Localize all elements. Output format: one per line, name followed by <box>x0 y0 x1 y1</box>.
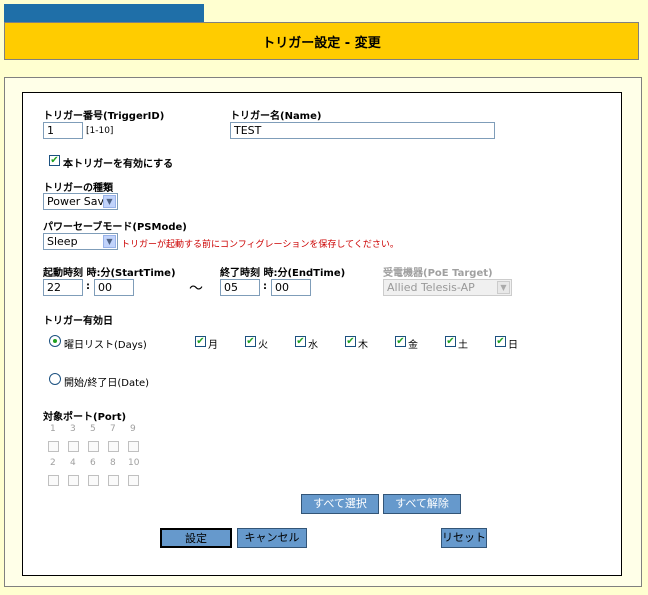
start-minute-input[interactable]: 00 <box>94 279 134 296</box>
end-hour-input[interactable]: 05 <box>220 279 260 296</box>
day-label-fri: 金 <box>408 340 418 351</box>
trigger-type-label: トリガーの種類 <box>43 183 113 194</box>
trigger-id-range: [1-10] <box>86 126 114 136</box>
trigger-id-input[interactable]: 1 <box>43 122 83 139</box>
days-radio-label: 曜日リスト(Days) <box>64 340 147 351</box>
top-tab-bar <box>4 4 204 22</box>
trigger-name-label: トリガー名(Name) <box>230 111 322 122</box>
port-number: 4 <box>70 458 76 468</box>
port-number: 9 <box>130 424 136 434</box>
trigger-type-select[interactable]: Power Save ▼ <box>43 193 118 210</box>
cancel-button[interactable]: キャンセル <box>237 528 307 548</box>
day-checkbox-thu[interactable]: ✔ <box>345 336 356 347</box>
chevron-down-icon: ▼ <box>103 235 116 248</box>
day-checkbox-mon[interactable]: ✔ <box>195 336 206 347</box>
day-label-sat: 土 <box>458 340 468 351</box>
day-checkbox-sun[interactable]: ✔ <box>495 336 506 347</box>
day-checkbox-tue[interactable]: ✔ <box>245 336 256 347</box>
enable-trigger-label: 本トリガーを有効にする <box>63 159 174 170</box>
enable-trigger-checkbox[interactable]: ✔ <box>49 155 60 166</box>
port-number: 1 <box>50 424 56 434</box>
port-number: 10 <box>128 458 140 468</box>
day-label-sun: 日 <box>508 340 518 351</box>
chevron-down-icon: ▼ <box>103 195 116 208</box>
day-checkbox-sat[interactable]: ✔ <box>445 336 456 347</box>
trigger-form-panel: トリガー番号(TriggerID) 1 [1-10] トリガー名(Name) T… <box>22 92 622 576</box>
port-checkbox-3[interactable] <box>68 441 79 452</box>
end-time-label: 終了時刻 時:分(EndTime) <box>220 268 346 279</box>
port-checkbox-5[interactable] <box>88 441 99 452</box>
port-section-label: 対象ポート(Port) <box>43 412 127 423</box>
port-checkbox-1[interactable] <box>48 441 59 452</box>
ps-mode-select[interactable]: Sleep ▼ <box>43 233 118 250</box>
page-title: トリガー設定 - 変更 <box>262 35 381 51</box>
end-time-separator: : <box>263 281 267 292</box>
port-checkbox-6[interactable] <box>88 475 99 486</box>
port-checkbox-7[interactable] <box>108 441 119 452</box>
day-checkbox-fri[interactable]: ✔ <box>395 336 406 347</box>
trigger-id-label: トリガー番号(TriggerID) <box>43 111 165 122</box>
port-number: 5 <box>90 424 96 434</box>
port-number: 7 <box>110 424 116 434</box>
date-radio[interactable] <box>49 373 61 385</box>
ps-mode-note: トリガーが起動する前にコンフィグレーションを保存してください。 <box>121 240 399 250</box>
days-section-label: トリガー有効日 <box>43 316 113 327</box>
ps-mode-value: Sleep <box>47 235 78 248</box>
start-hour-input[interactable]: 22 <box>43 279 83 296</box>
end-minute-input[interactable]: 00 <box>271 279 311 296</box>
chevron-down-icon: ▼ <box>497 281 510 294</box>
start-time-label: 起動時刻 時:分(StartTime) <box>43 268 176 279</box>
date-radio-label: 開始/終了日(Date) <box>64 378 150 389</box>
days-radio[interactable] <box>49 335 61 347</box>
reset-button[interactable]: リセット <box>441 528 487 548</box>
poe-target-value: Allied Telesis-AP <box>387 281 475 294</box>
port-checkbox-2[interactable] <box>48 475 59 486</box>
select-all-button[interactable]: すべて選択 <box>301 494 379 514</box>
port-number: 8 <box>110 458 116 468</box>
trigger-name-input[interactable]: TEST <box>230 122 495 139</box>
port-number: 2 <box>50 458 56 468</box>
day-checkbox-wed[interactable]: ✔ <box>295 336 306 347</box>
ps-mode-label: パワーセーブモード(PSMode) <box>43 222 187 233</box>
submit-button[interactable]: 設定 <box>160 528 232 548</box>
time-range-tilde: 〜 <box>189 281 203 297</box>
clear-all-button[interactable]: すべて解除 <box>383 494 461 514</box>
port-checkbox-9[interactable] <box>128 441 139 452</box>
day-label-wed: 水 <box>308 340 318 351</box>
start-time-separator: : <box>86 281 90 292</box>
day-label-thu: 木 <box>358 340 368 351</box>
port-checkbox-4[interactable] <box>68 475 79 486</box>
day-label-mon: 月 <box>208 340 218 351</box>
port-number: 6 <box>90 458 96 468</box>
poe-target-select[interactable]: Allied Telesis-AP ▼ <box>383 279 512 296</box>
trigger-type-value: Power Save <box>47 195 111 208</box>
port-checkbox-8[interactable] <box>108 475 119 486</box>
day-label-tue: 火 <box>258 340 268 351</box>
port-number: 3 <box>70 424 76 434</box>
page-header: トリガー設定 - 変更 <box>4 22 639 60</box>
poe-target-label: 受電機器(PoE Target) <box>383 268 493 279</box>
port-checkbox-10[interactable] <box>128 475 139 486</box>
